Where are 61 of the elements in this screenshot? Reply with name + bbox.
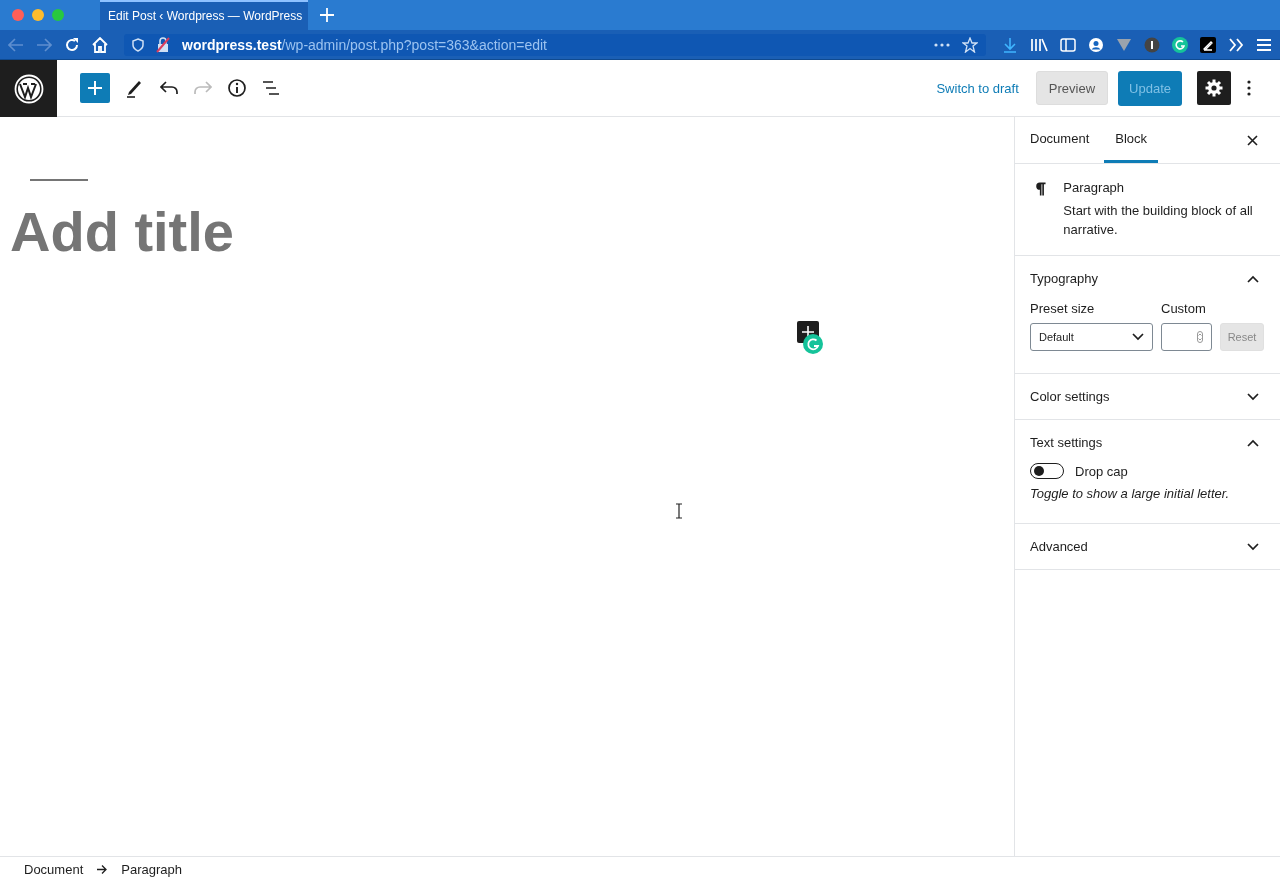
chevron-up-icon xyxy=(1247,274,1259,283)
plus-icon xyxy=(88,81,102,95)
panel-header[interactable]: Color settings xyxy=(1015,374,1280,419)
grammar-icon[interactable] xyxy=(1172,36,1188,53)
wordpress-logo-icon[interactable] xyxy=(0,60,57,117)
sidebar-icon[interactable] xyxy=(1060,37,1076,52)
field-label: Custom xyxy=(1161,301,1206,316)
menu-icon[interactable] xyxy=(1256,37,1272,52)
chevron-up-icon xyxy=(1247,438,1259,447)
spinner-icon[interactable] xyxy=(1197,331,1203,343)
field-label: Preset size xyxy=(1030,301,1096,316)
add-block-icon[interactable] xyxy=(797,321,824,354)
overflow-icon[interactable] xyxy=(1228,37,1244,52)
chevron-down-icon xyxy=(1247,542,1259,551)
address-bar[interactable]: wordpress.test/wp-admin/post.php?post=363&action=edit xyxy=(124,33,986,56)
more-icon[interactable] xyxy=(934,42,950,47)
sidebar-tab[interactable]: Block xyxy=(1104,117,1159,163)
title-field[interactable]: Add title xyxy=(10,199,610,264)
custom-size-field[interactable] xyxy=(1161,323,1212,351)
minimize-window-button[interactable] xyxy=(32,9,44,21)
sidebar-tab[interactable]: Document xyxy=(1019,117,1101,163)
download-icon[interactable] xyxy=(1002,36,1018,53)
preview-button[interactable]: Preview xyxy=(1035,71,1109,105)
url-text: wordpress.test/wp-admin/post.php?post=363&action=edit xyxy=(182,36,547,53)
undo-icon[interactable] xyxy=(160,81,178,95)
list-view-icon[interactable] xyxy=(262,81,280,95)
reload-icon[interactable] xyxy=(64,36,80,53)
pen-icon[interactable] xyxy=(1200,36,1216,53)
more-options-icon[interactable] xyxy=(1247,80,1251,96)
panel-header[interactable]: Text settings xyxy=(1015,420,1280,465)
info-badge-icon[interactable] xyxy=(1144,36,1160,53)
breadcrumb-item[interactable]: Paragraph xyxy=(115,861,188,877)
pencil-icon[interactable] xyxy=(126,78,144,98)
star-icon[interactable] xyxy=(962,36,978,53)
home-icon[interactable] xyxy=(92,36,108,53)
chevron-down-icon xyxy=(1132,333,1144,341)
block-description: Start with the building block of all narrative. xyxy=(1063,202,1254,239)
chevron-down-icon xyxy=(1247,392,1259,401)
arrow-right-icon xyxy=(97,864,108,874)
library-icon[interactable] xyxy=(1030,37,1048,52)
info-icon[interactable] xyxy=(228,79,246,97)
preset-size-select[interactable]: Default xyxy=(1030,323,1153,351)
settings-icon xyxy=(1205,79,1223,97)
add-block-button[interactable] xyxy=(80,73,110,103)
account-icon[interactable] xyxy=(1088,36,1104,53)
switch-to-draft-link[interactable]: Switch to draft xyxy=(936,80,1019,96)
browser-tab[interactable]: Edit Post ‹ Wordpress — WordPress xyxy=(100,0,308,30)
paragraph-icon xyxy=(1035,180,1047,198)
shield-icon[interactable] xyxy=(132,37,144,52)
new-tab-icon[interactable] xyxy=(320,8,334,22)
block-name: Paragraph xyxy=(1063,180,1126,195)
panel-header[interactable]: Advanced xyxy=(1015,524,1280,569)
lock-icon xyxy=(156,36,170,53)
breadcrumb-item[interactable]: Document xyxy=(18,861,90,877)
panel-header[interactable]: Typography xyxy=(1015,256,1280,301)
settings-button[interactable] xyxy=(1197,71,1231,105)
close-icon[interactable] xyxy=(1247,134,1258,146)
triangle-icon[interactable] xyxy=(1116,37,1132,52)
toggle-label: Drop cap xyxy=(1075,463,1128,479)
text-cursor-icon xyxy=(675,503,683,519)
help-text: Toggle to show a large initial letter. xyxy=(1030,486,1231,501)
